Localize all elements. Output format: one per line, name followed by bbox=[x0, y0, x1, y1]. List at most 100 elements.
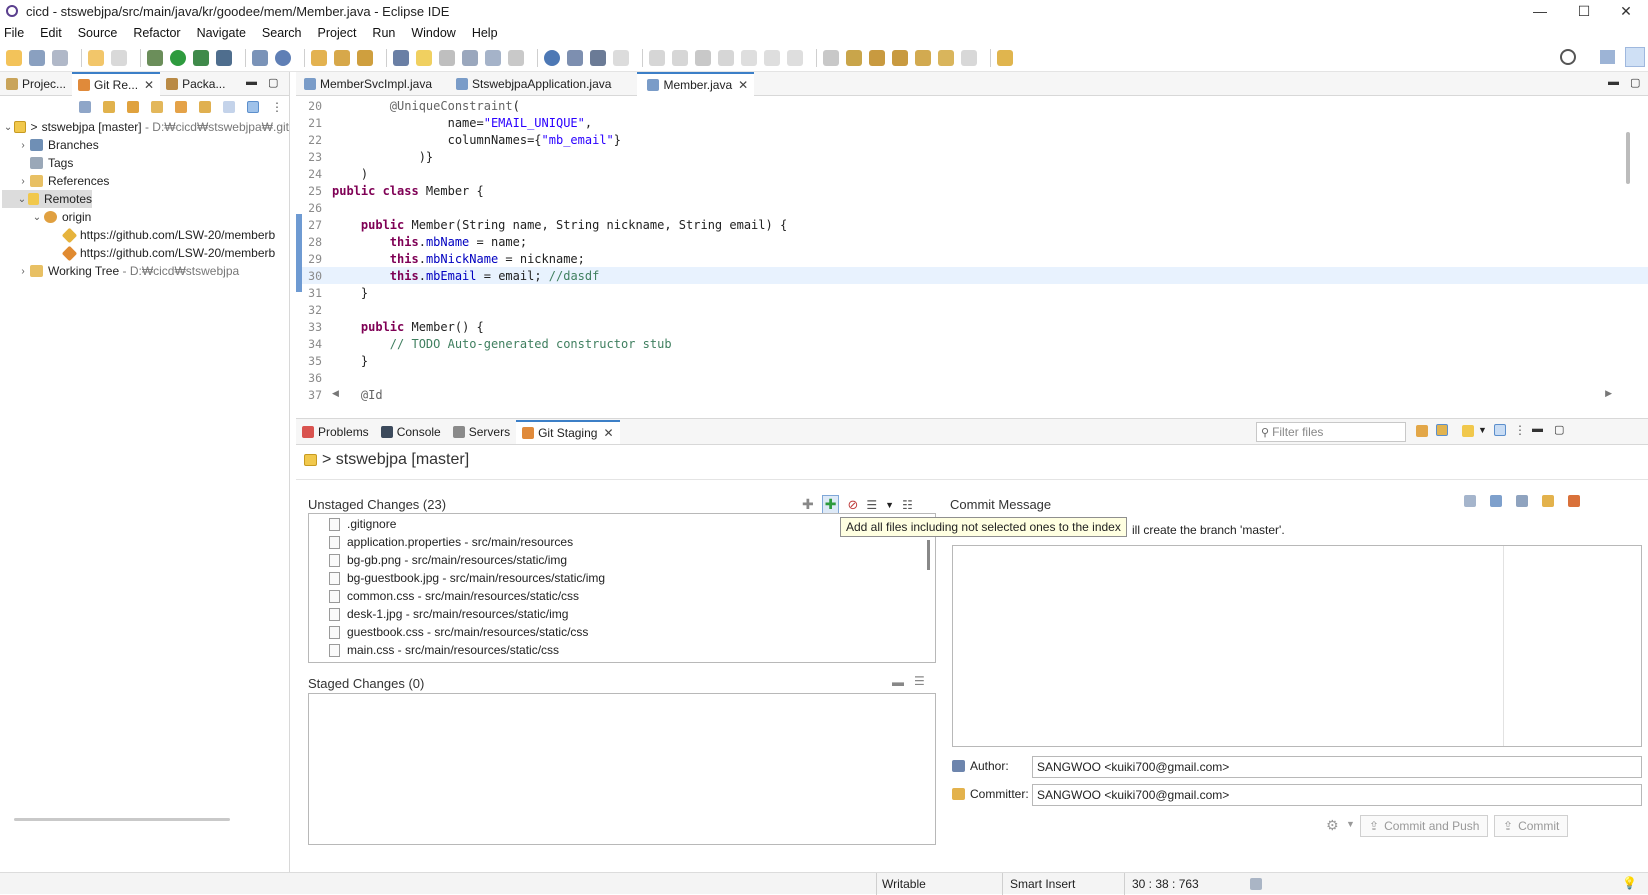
disconnect-icon[interactable] bbox=[718, 49, 734, 66]
tab-package-explorer[interactable]: Packa... bbox=[160, 72, 231, 96]
tree-remotes[interactable]: ⌄ Remotes bbox=[2, 190, 92, 208]
presentation-icon[interactable]: ☰ bbox=[866, 498, 877, 512]
code-line[interactable]: 34 // TODO Auto-generated constructor st… bbox=[296, 335, 1648, 352]
file-row[interactable]: guestbook.css - src/main/resources/stati… bbox=[329, 623, 935, 641]
minimize-view-icon[interactable]: ▬ bbox=[1608, 76, 1619, 88]
terminal-icon[interactable] bbox=[590, 49, 606, 66]
step-return-icon[interactable] bbox=[787, 49, 803, 66]
previous-annotation-icon[interactable] bbox=[892, 49, 908, 66]
code-area[interactable]: 20 @UniqueConstraint(21 name="EMAIL_UNIQ… bbox=[296, 96, 1648, 403]
tree-remote-fetch[interactable]: https://github.com/LSW-20/memberb bbox=[2, 226, 289, 244]
tab-servers[interactable]: Servers bbox=[447, 420, 516, 444]
tree-origin[interactable]: ⌄ origin bbox=[2, 208, 289, 226]
use-step-filters-icon[interactable] bbox=[846, 49, 862, 66]
chevron-right-icon[interactable]: › bbox=[16, 266, 30, 277]
code-line[interactable]: 26 bbox=[296, 199, 1648, 216]
hierarchical-view-icon[interactable] bbox=[223, 101, 235, 113]
open-task-icon[interactable] bbox=[334, 49, 350, 66]
code-line[interactable]: 27 public Member(String name, String nic… bbox=[296, 216, 1648, 233]
commit-message-input[interactable] bbox=[952, 545, 1642, 747]
tab-git-staging[interactable]: Git Staging ✕ bbox=[516, 419, 620, 444]
collapse-all-icon[interactable] bbox=[79, 101, 91, 113]
server-status-icon[interactable] bbox=[1250, 878, 1262, 890]
tab-stswebjpaapplication[interactable]: StswebjpaApplication.java bbox=[438, 72, 617, 96]
sort-icon[interactable]: ☷ bbox=[902, 498, 913, 512]
run-icon[interactable] bbox=[170, 49, 186, 66]
gear-icon[interactable]: ⚙ bbox=[1326, 817, 1339, 834]
clone-repository-icon[interactable] bbox=[127, 101, 139, 113]
horizontal-scrollbar[interactable] bbox=[14, 818, 230, 821]
file-row[interactable]: desk-1.jpg - src/main/resources/static/i… bbox=[329, 605, 935, 623]
undo-icon[interactable] bbox=[88, 49, 104, 66]
sign-commit-icon[interactable] bbox=[1542, 495, 1554, 507]
stage-selected-icon[interactable]: ✚ bbox=[802, 496, 814, 513]
tab-git-repositories[interactable]: Git Re... ✕ bbox=[72, 71, 161, 96]
redo-icon[interactable] bbox=[111, 49, 127, 66]
gerrit-icon[interactable] bbox=[1516, 495, 1528, 507]
new-class-icon[interactable] bbox=[275, 49, 291, 66]
chevron-down-icon[interactable]: ▼ bbox=[885, 500, 894, 510]
code-line[interactable]: 24 ) bbox=[296, 165, 1648, 182]
code-line[interactable]: 28 this.mbName = name; bbox=[296, 233, 1648, 250]
coverage-icon[interactable] bbox=[193, 49, 209, 66]
view-menu-icon[interactable]: ⋮ bbox=[271, 100, 283, 114]
step-over-icon[interactable] bbox=[764, 49, 780, 66]
commit-and-push-button[interactable]: ⇪ Commit and Push bbox=[1360, 815, 1489, 837]
open-perspective-icon[interactable] bbox=[1600, 50, 1615, 64]
forward-icon[interactable] bbox=[961, 49, 977, 66]
file-row[interactable]: main.css - src/main/resources/static/css bbox=[329, 641, 935, 659]
menu-window[interactable]: Window bbox=[411, 26, 455, 40]
minimize-view-icon[interactable]: ▬ bbox=[1532, 423, 1543, 435]
file-row[interactable]: bg-guestbook.jpg - src/main/resources/st… bbox=[329, 569, 935, 587]
amend-icon[interactable] bbox=[1464, 495, 1476, 507]
tree-branches[interactable]: › Branches bbox=[2, 136, 289, 154]
author-field[interactable]: SANGWOO <kuiki700@gmail.com> bbox=[1032, 756, 1642, 778]
code-line[interactable]: 25 public class Member { bbox=[296, 182, 1648, 199]
link-editor-icon[interactable] bbox=[247, 101, 259, 113]
view-menu-icon[interactable]: ⋮ bbox=[1514, 423, 1526, 437]
close-icon[interactable]: ✕ bbox=[603, 426, 613, 440]
suspend-icon[interactable] bbox=[672, 49, 688, 66]
chevron-down-icon[interactable]: ⌄ bbox=[2, 122, 14, 133]
vertical-scrollbar[interactable] bbox=[927, 540, 930, 570]
ignore-icon[interactable]: ⊘ bbox=[847, 497, 858, 513]
debug-icon[interactable] bbox=[147, 49, 163, 66]
back-icon[interactable] bbox=[938, 49, 954, 66]
new-java-project-icon[interactable] bbox=[252, 49, 268, 66]
menu-source[interactable]: Source bbox=[78, 26, 118, 40]
save-icon[interactable] bbox=[29, 49, 45, 66]
committer-field[interactable]: SANGWOO <kuiki700@gmail.com> bbox=[1032, 784, 1642, 806]
minimize-view-icon[interactable]: ▬ bbox=[246, 76, 257, 88]
menu-help[interactable]: Help bbox=[472, 26, 498, 40]
menu-run[interactable]: Run bbox=[372, 26, 395, 40]
menu-file[interactable]: File bbox=[4, 26, 24, 40]
tree-tags[interactable]: Tags bbox=[2, 154, 289, 172]
chevron-down-icon[interactable]: ⌄ bbox=[30, 212, 44, 223]
menu-search[interactable]: Search bbox=[262, 26, 302, 40]
tab-problems[interactable]: Problems bbox=[296, 420, 375, 444]
code-line[interactable]: 22 columnNames={"mb_email"} bbox=[296, 131, 1648, 148]
layout-toggle-icon[interactable] bbox=[1494, 424, 1506, 436]
menu-project[interactable]: Project bbox=[318, 26, 357, 40]
add-change-id-icon[interactable] bbox=[1568, 495, 1580, 507]
pin-editor-icon[interactable] bbox=[997, 49, 1013, 66]
word-wrap-icon[interactable] bbox=[462, 49, 478, 66]
close-icon[interactable]: ✕ bbox=[738, 78, 748, 92]
maximize-view-icon[interactable]: ▢ bbox=[1554, 423, 1564, 436]
tab-console[interactable]: Console bbox=[375, 420, 447, 444]
commit-button[interactable]: ⇪ Commit bbox=[1494, 815, 1569, 837]
save-all-icon[interactable] bbox=[52, 49, 68, 66]
tab-project-explorer[interactable]: Projec... bbox=[0, 72, 72, 96]
horizontal-scrollbar[interactable]: ◀ ▶ bbox=[332, 388, 1612, 400]
step-into-icon[interactable] bbox=[741, 49, 757, 66]
maximize-view-icon[interactable]: ▢ bbox=[268, 76, 278, 89]
lightbulb-icon[interactable]: 💡 bbox=[1622, 876, 1637, 890]
code-line[interactable]: 35 } bbox=[296, 352, 1648, 369]
file-row[interactable]: bg-gb.png - src/main/resources/static/im… bbox=[329, 551, 935, 569]
search-tool-icon[interactable] bbox=[357, 49, 373, 66]
add-repository-icon[interactable] bbox=[103, 101, 115, 113]
tree-remote-push[interactable]: https://github.com/LSW-20/memberb bbox=[2, 244, 289, 262]
code-line[interactable]: 36 bbox=[296, 369, 1648, 386]
code-line[interactable]: 32 bbox=[296, 301, 1648, 318]
next-annotation-icon[interactable] bbox=[869, 49, 885, 66]
